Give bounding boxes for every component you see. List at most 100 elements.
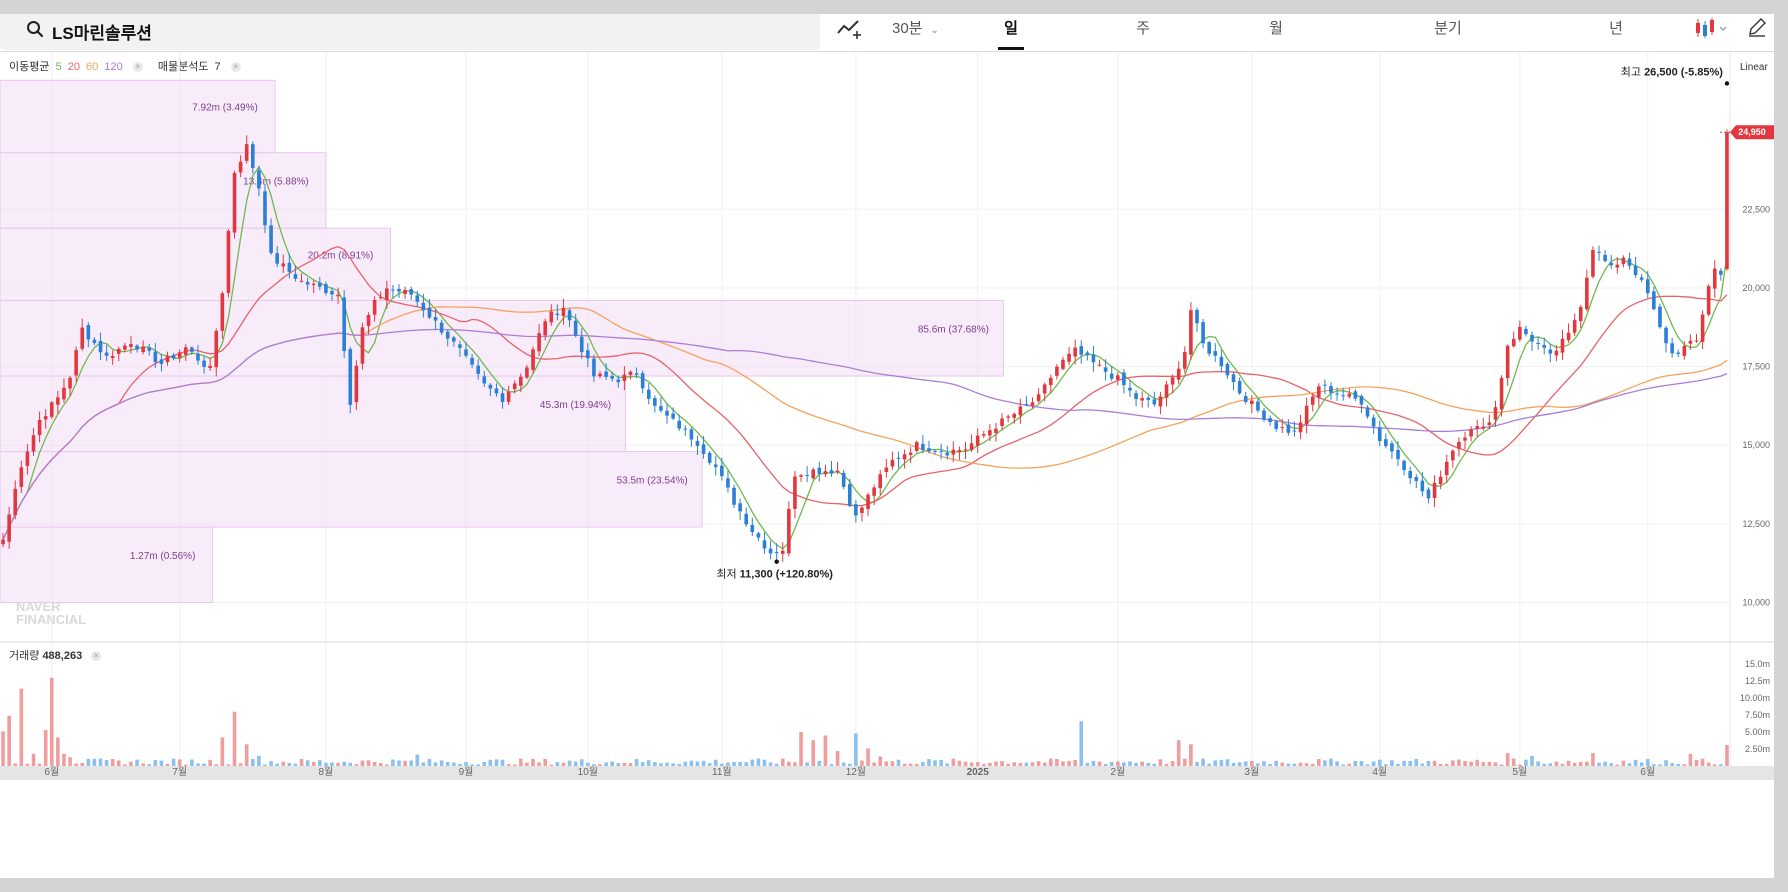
- price-volume-chart[interactable]: 1.27m (0.56%) 53.5m (23.54%) 45.3m (19.94%…: [0, 14, 1774, 878]
- volume-bar: [1164, 763, 1169, 766]
- volume-bar: [823, 735, 828, 766]
- candle-body: [823, 471, 828, 475]
- candle-body: [458, 344, 462, 348]
- candle-body: [1591, 250, 1595, 277]
- candle-body: [1627, 258, 1632, 266]
- volume-bar: [500, 759, 505, 766]
- volume-bar: [183, 764, 188, 766]
- x-tick-label: 12월: [846, 766, 866, 778]
- volume-bar: [1432, 760, 1437, 766]
- volume-bar: [80, 762, 85, 766]
- candle-body: [1207, 342, 1211, 354]
- candle-body: [482, 376, 487, 384]
- volume-bar: [683, 761, 688, 766]
- candle-body: [403, 289, 407, 295]
- volume-bar: [512, 764, 517, 766]
- candle-body: [397, 288, 401, 292]
- candle-body: [634, 373, 639, 375]
- candle-body: [780, 550, 785, 554]
- candle-body: [1359, 395, 1364, 405]
- candle-body: [1280, 427, 1285, 429]
- candle-body: [1146, 397, 1151, 400]
- volume-legend: 거래량 488,263 ×: [9, 647, 102, 663]
- candle-body: [787, 508, 791, 554]
- candle-body: [452, 337, 456, 342]
- volume-bar: [342, 761, 346, 766]
- x-tick-label: 2025: [967, 767, 990, 778]
- candle-body: [141, 346, 145, 353]
- candle-body: [1633, 265, 1638, 276]
- volume-bar: [854, 733, 858, 766]
- volume-bar: [665, 762, 669, 766]
- x-tick-label: 10월: [578, 766, 598, 778]
- candle-body: [25, 451, 30, 466]
- candle-body: [914, 442, 919, 451]
- volume-bar: [1243, 761, 1248, 766]
- volume-bar: [1061, 761, 1065, 766]
- volume-bar: [653, 762, 657, 766]
- volume-bar: [579, 759, 584, 766]
- volume-bar: [1481, 762, 1486, 766]
- candle-body: [579, 336, 584, 353]
- volume-bar: [555, 762, 560, 766]
- volume-bar: [1658, 764, 1662, 766]
- volume-bar: [74, 763, 78, 766]
- candle-body: [1115, 375, 1120, 380]
- candle-body: [324, 284, 328, 294]
- volume-bar: [1615, 764, 1620, 766]
- volume-bar: [1542, 763, 1547, 766]
- volume-bar: [969, 762, 974, 766]
- volume-bar: [1317, 759, 1321, 766]
- volume-bar: [1499, 764, 1504, 766]
- price-tick-label: 10,000: [1742, 598, 1770, 608]
- candle-body: [19, 467, 24, 487]
- candle-body: [269, 225, 273, 254]
- volume-bar: [92, 758, 97, 766]
- candle-body: [1085, 352, 1090, 356]
- candle-body: [1091, 354, 1096, 363]
- candle-body: [933, 450, 937, 452]
- candle-body: [1493, 407, 1498, 420]
- candle-body: [640, 373, 645, 389]
- candle-body: [1566, 332, 1571, 341]
- volume-bar: [1195, 761, 1199, 766]
- candle-body: [1012, 413, 1017, 418]
- volume-bar: [1176, 740, 1181, 766]
- volume-bar: [220, 737, 225, 766]
- candle-body: [238, 161, 243, 173]
- candle-body: [1036, 394, 1041, 402]
- volume-bar: [1390, 760, 1394, 766]
- volume-bar: [1633, 759, 1638, 766]
- candle-body: [1128, 387, 1132, 391]
- candle-body: [567, 310, 572, 321]
- candle-body: [1292, 430, 1297, 432]
- volume-bar: [330, 762, 334, 766]
- candle-body: [190, 347, 194, 352]
- volume-bar: [872, 762, 876, 766]
- candle-body: [208, 365, 212, 369]
- x-axis-strip: [0, 766, 1774, 780]
- candle-body: [232, 172, 237, 233]
- candle-body: [275, 253, 279, 264]
- candle-body: [860, 507, 864, 514]
- candle-body: [525, 367, 529, 378]
- candle-body: [616, 379, 621, 383]
- volume-profile-bar: [0, 526, 214, 604]
- volume-bar: [878, 756, 883, 766]
- volume-bar: [1115, 761, 1120, 766]
- remove-volume-icon[interactable]: ×: [91, 651, 102, 662]
- volume-bar: [902, 763, 907, 766]
- candle-body: [841, 472, 846, 487]
- volume-bar: [1384, 764, 1388, 766]
- volume-profile-bar: [0, 451, 703, 528]
- volume-bar: [1560, 763, 1565, 766]
- candle-body: [1536, 342, 1540, 344]
- candle-body: [1134, 393, 1138, 399]
- volume-bar: [1493, 762, 1498, 766]
- candle-body: [988, 430, 992, 436]
- volume-bar: [1371, 761, 1376, 766]
- candle-body: [659, 406, 663, 411]
- volume-bar: [519, 758, 523, 766]
- volume-profile-label: 20.2m (8.91%): [308, 250, 374, 261]
- candle-body: [1, 539, 5, 545]
